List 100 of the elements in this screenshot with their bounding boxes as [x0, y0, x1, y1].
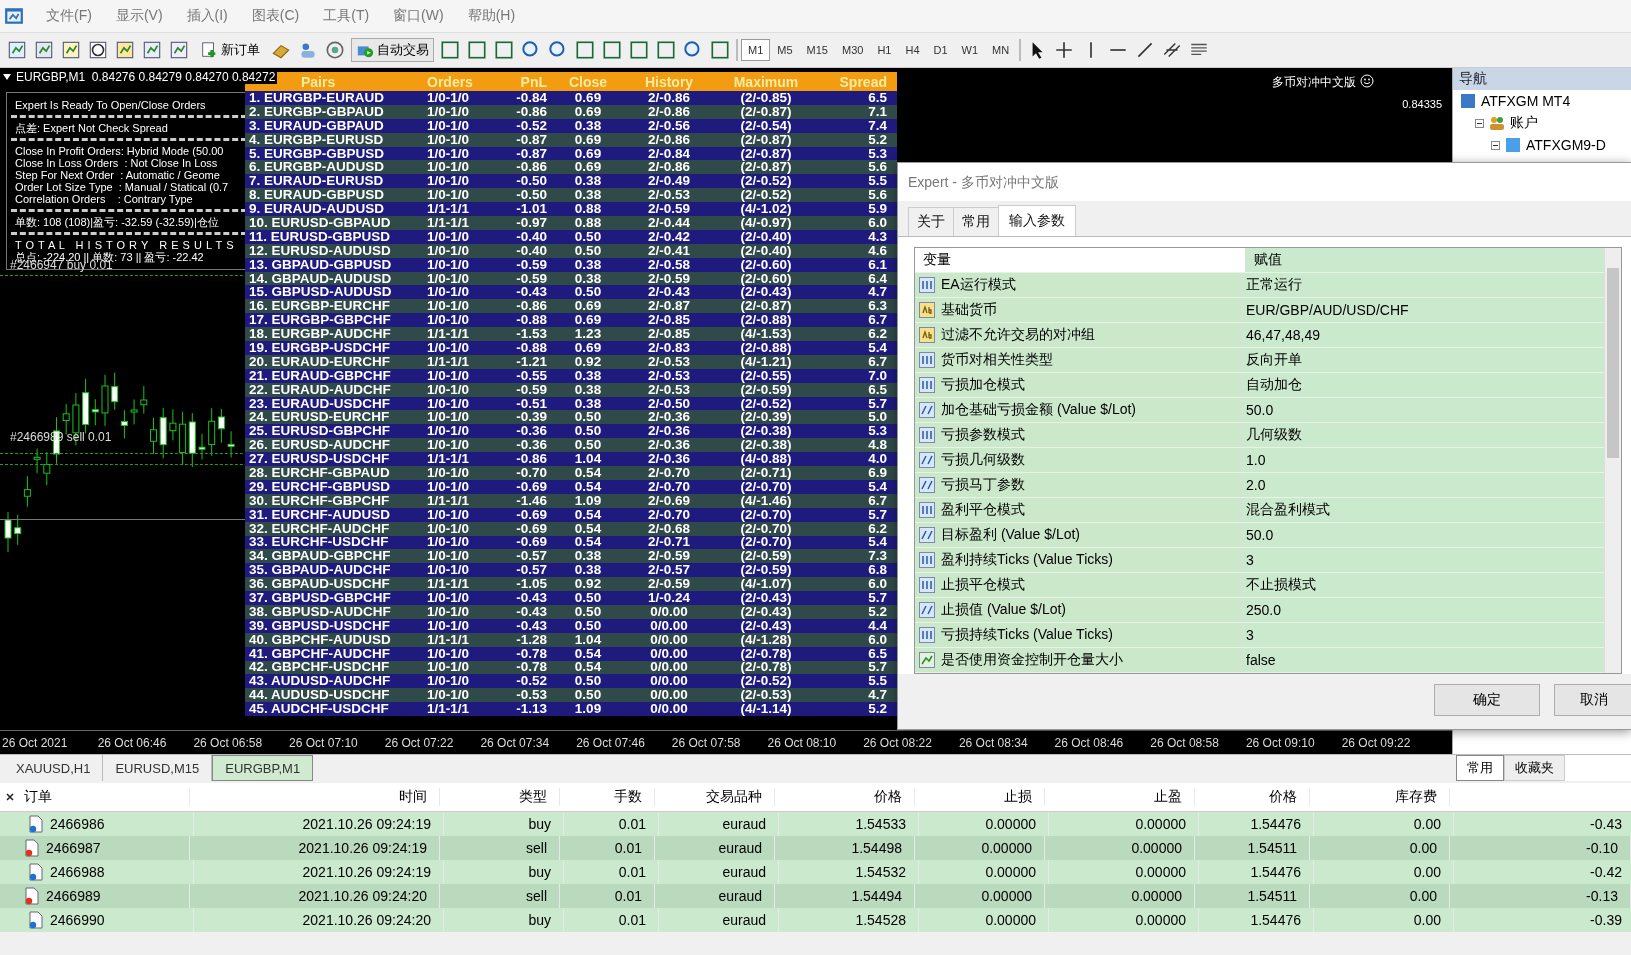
menu-item[interactable]: 工具(T)	[311, 7, 382, 25]
table-cell-text: 5.6	[867, 188, 888, 203]
timeframe-button[interactable]: H4	[898, 39, 927, 61]
new-order-button[interactable]: 新订单	[195, 38, 265, 62]
menu-item[interactable]: 显示(V)	[103, 7, 175, 25]
column-header[interactable]: 时间	[190, 788, 440, 806]
column-header[interactable]: 类型	[440, 788, 560, 806]
table-cell-text: 1/0-1/0	[426, 396, 471, 411]
table-cell-text: -0.51	[515, 396, 548, 411]
ok-button[interactable]: 确定	[1434, 683, 1540, 716]
table-row[interactable]: 2466988 2021.10.26 09:24:19 buy 0.01 euraud 1.54532 0.00000 0.00000 1.54476 0.00 -0.42	[0, 860, 1631, 884]
column-header[interactable]: 订单	[20, 788, 190, 806]
timeframe-button[interactable]: M30	[834, 39, 871, 61]
table-cell-text: 0.38	[573, 271, 603, 286]
table-cell-text: 0.69	[573, 160, 603, 175]
time-label: 26 Oct 07:10	[288, 735, 359, 750]
table-cell-text: 1. EURGBP-EURAUD	[248, 90, 385, 105]
table-cell-text: 1/0-1/0	[426, 438, 471, 453]
time-label: 26 Oct 09:22	[1340, 735, 1412, 750]
table-cell-text: 1/0-1/0	[426, 285, 471, 300]
table-cell-text: 4.7	[867, 285, 888, 300]
menu-item[interactable]: 文件(F)	[34, 7, 104, 25]
table-cell-text: 5. EURGBP-GBPUSD	[248, 146, 386, 161]
cancel-button[interactable]: 取消	[1554, 683, 1631, 716]
menu-item[interactable]: 窗口(W)	[381, 7, 456, 25]
table-cell-text: 1/0-1/0	[426, 549, 471, 564]
table-cell-text: 1/0-1/0	[426, 591, 471, 605]
navigator-tab[interactable]: 收藏夹	[1504, 755, 1565, 781]
table-cell-text: 5.4	[867, 341, 888, 355]
column-header[interactable]: 价格	[1195, 788, 1310, 806]
table-cell-text: (2/-0.43)	[739, 285, 793, 300]
table-cell-text: 26. EURUSD-AUDCHF	[248, 438, 391, 453]
timeframe-button[interactable]: M1	[741, 39, 771, 61]
timeframe-button[interactable]: M5	[770, 39, 800, 61]
table-cell-text: 21. EURAUD-GBPCHF	[248, 368, 392, 383]
table-cell-text: (4/-0.97)	[739, 215, 793, 230]
table-cell-text: 1/0-1/0	[426, 479, 471, 494]
table-cell-text: 34. GBPAUD-GBPCHF	[248, 549, 392, 564]
column-header[interactable]: 交易品种	[655, 788, 775, 806]
column-header[interactable]: 库存费	[1310, 788, 1450, 806]
table-cell-text: -0.78	[515, 660, 548, 675]
expert-name: 多币对冲中文版	[1272, 74, 1356, 91]
timeframe-button[interactable]: H1	[870, 39, 899, 61]
table-cell-text: 1.23	[573, 327, 603, 342]
parameter-name: EA运行模式	[941, 276, 1016, 294]
table-cell-text: (2/-0.87)	[739, 104, 793, 119]
table-cell-text: 0.50	[573, 229, 603, 244]
timeframe-button[interactable]: D1	[926, 39, 955, 61]
table-cell-text: 3. EURAUD-GBPAUD	[248, 118, 385, 133]
table-cell-text: 2/-0.86	[648, 90, 690, 105]
table-row[interactable]: 2466987 2021.10.26 09:24:19 sell 0.01 euraud 1.54498 0.00000 0.00000 1.54511 0.00 -0.10	[0, 836, 1631, 860]
chart-tab[interactable]: EURGBP,M1	[212, 755, 314, 781]
column-header[interactable]: 止损	[915, 788, 1045, 806]
info-text: 单数: 108 (108)|盈亏: -32.59 (-32.59)|仓位	[15, 216, 220, 228]
table-cell-text: -0.59	[515, 271, 548, 286]
table-cell-text: 7.0	[867, 368, 888, 383]
table-row[interactable]: 2466990 2021.10.26 09:24:20 buy 0.01 euraud 1.54528 0.00000 0.00000 1.54476 0.00 -0.39	[0, 908, 1631, 932]
navigator-tab[interactable]: 常用	[1456, 755, 1504, 781]
table-cell-text: (2/-0.38)	[739, 438, 793, 453]
table-cell-text: 6.0	[867, 632, 888, 647]
info-text: Close In Profit Orders: Hybrid Mode (50.00	[15, 145, 225, 157]
auto-trading-button[interactable]: 自动交易	[351, 38, 434, 62]
table-cell-text: -0.43	[515, 618, 548, 633]
table-cell-text: 33. EURCHF-USDCHF	[248, 535, 390, 550]
menu-item[interactable]: 帮助(H)	[455, 7, 528, 25]
table-cell-text: 17. EURGBP-GBPCHF	[248, 313, 392, 328]
table-row[interactable]: 2466986 2021.10.26 09:24:19 buy 0.01 euraud 1.54533 0.00000 0.00000 1.54476 0.00 -0.43	[0, 812, 1631, 836]
table-cell-text: -0.39	[515, 410, 548, 425]
table-cell-text: 6.4	[867, 271, 888, 286]
menu-item[interactable]: 图表(C)	[239, 7, 312, 25]
table-cell-text: 5.4	[867, 535, 888, 550]
column-header[interactable]: 价格	[775, 788, 915, 806]
table-row[interactable]: 2466989 2021.10.26 09:24:20 sell 0.01 euraud 1.54494 0.00000 0.00000 1.54511 0.00 -0.13	[0, 884, 1631, 908]
table-cell-text: 6.3	[867, 299, 888, 314]
table-cell-text: 2/-0.71	[647, 535, 691, 550]
dialog-tab[interactable]: 输入参数	[998, 205, 1076, 236]
column-header[interactable]: 手数	[560, 788, 655, 806]
table-cell-text: 1/0-1/0	[426, 618, 471, 633]
table-cell: 0.00	[1314, 908, 1454, 932]
tree-item[interactable]: ATFXGM9-D	[1526, 137, 1606, 153]
time-label: 26 Oct 08:46	[1053, 735, 1125, 750]
table-cell-text: 2/-0.70	[647, 466, 691, 480]
timeframe-button[interactable]: W1	[954, 39, 986, 61]
table-cell-text: 1/0-1/0	[426, 646, 471, 661]
tree-item[interactable]: ATFXGM MT4	[1481, 93, 1571, 109]
table-cell-text: -0.43	[515, 591, 548, 605]
timeframe-button[interactable]: MN	[985, 39, 1017, 61]
table-cell-text: 36. GBPAUD-USDCHF	[248, 577, 391, 592]
column-header[interactable]: 止盈	[1045, 788, 1195, 806]
time-label: 26 Oct 2021	[1, 735, 69, 750]
table-cell-text: 1/0-1/0	[426, 90, 471, 105]
table-cell-text: 1/1-1/1	[426, 327, 471, 342]
table-cell-text: 29. EURCHF-GBPUSD	[248, 479, 392, 494]
timeframe-button[interactable]: M15	[799, 39, 835, 61]
tree-item[interactable]: 账户	[1510, 114, 1538, 132]
table-cell-text: 0.38	[573, 549, 603, 564]
dialog-tab[interactable]: 关于	[908, 207, 954, 236]
table-cell-text: (2/-0.70)	[739, 507, 793, 522]
menu-item[interactable]: 插入(I)	[174, 7, 240, 25]
table-cell-text: (2/-0.87)	[739, 299, 793, 314]
